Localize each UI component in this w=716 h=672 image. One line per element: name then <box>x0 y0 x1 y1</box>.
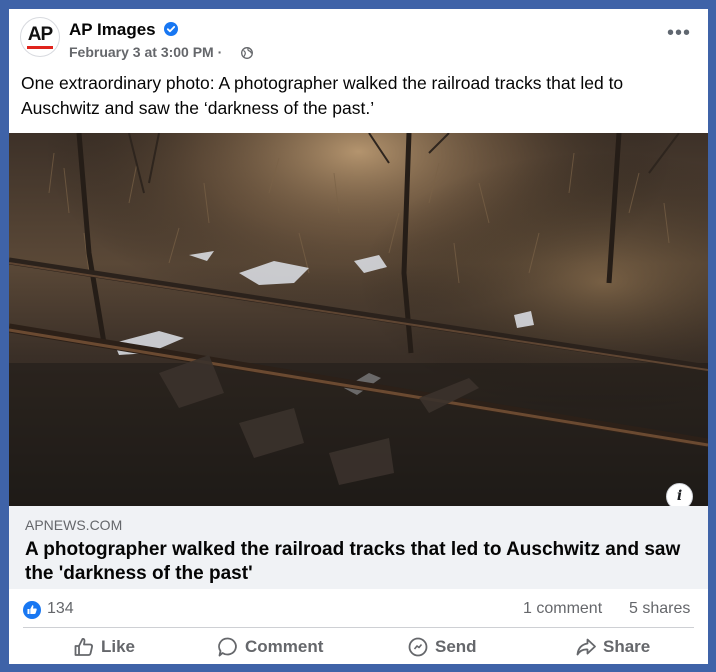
like-reaction-icon[interactable] <box>23 601 41 619</box>
like-count[interactable]: 134 <box>47 600 74 618</box>
share-count[interactable]: 5 shares <box>629 600 690 618</box>
thumbs-up-icon <box>74 638 93 656</box>
link-domain: APNEWS.COM <box>25 517 123 533</box>
link-title[interactable]: A photographer walked the railroad track… <box>25 538 685 586</box>
reactions-bar: 134 1 comment 5 shares <box>9 591 708 629</box>
link-preview[interactable]: APNEWS.COM A photographer walked the rai… <box>9 506 708 589</box>
post-header: AP AP Images February 3 at 3:00 PM · ••• <box>9 9 708 71</box>
post-text: One extraordinary photo: A photographer … <box>21 73 624 118</box>
post-card: AP AP Images February 3 at 3:00 PM · •••… <box>9 9 708 664</box>
comment-icon <box>218 637 237 657</box>
page-name[interactable]: AP Images <box>69 20 156 40</box>
ap-logo-underline <box>27 46 53 49</box>
comment-button[interactable]: Comment <box>217 632 347 664</box>
post-timestamp[interactable]: February 3 at 3:00 PM · <box>69 44 222 60</box>
like-label: Like <box>101 637 136 656</box>
comment-label: Comment <box>245 637 324 656</box>
info-icon: i <box>676 488 683 504</box>
post-photo[interactable] <box>9 133 708 506</box>
share-arrow-icon <box>576 638 596 656</box>
share-button[interactable]: Share <box>575 632 675 664</box>
actions-divider <box>23 627 694 628</box>
messenger-icon <box>408 637 428 657</box>
more-options-button[interactable]: ••• <box>661 17 697 49</box>
verified-badge-icon <box>164 22 178 36</box>
send-label: Send <box>435 637 477 656</box>
send-button[interactable]: Send <box>407 632 507 664</box>
globe-icon <box>241 47 253 59</box>
like-button[interactable]: Like <box>73 632 173 664</box>
ap-logo: AP <box>27 24 53 45</box>
avatar[interactable]: AP <box>20 17 60 57</box>
comment-count[interactable]: 1 comment <box>523 600 602 618</box>
share-label: Share <box>603 637 651 656</box>
